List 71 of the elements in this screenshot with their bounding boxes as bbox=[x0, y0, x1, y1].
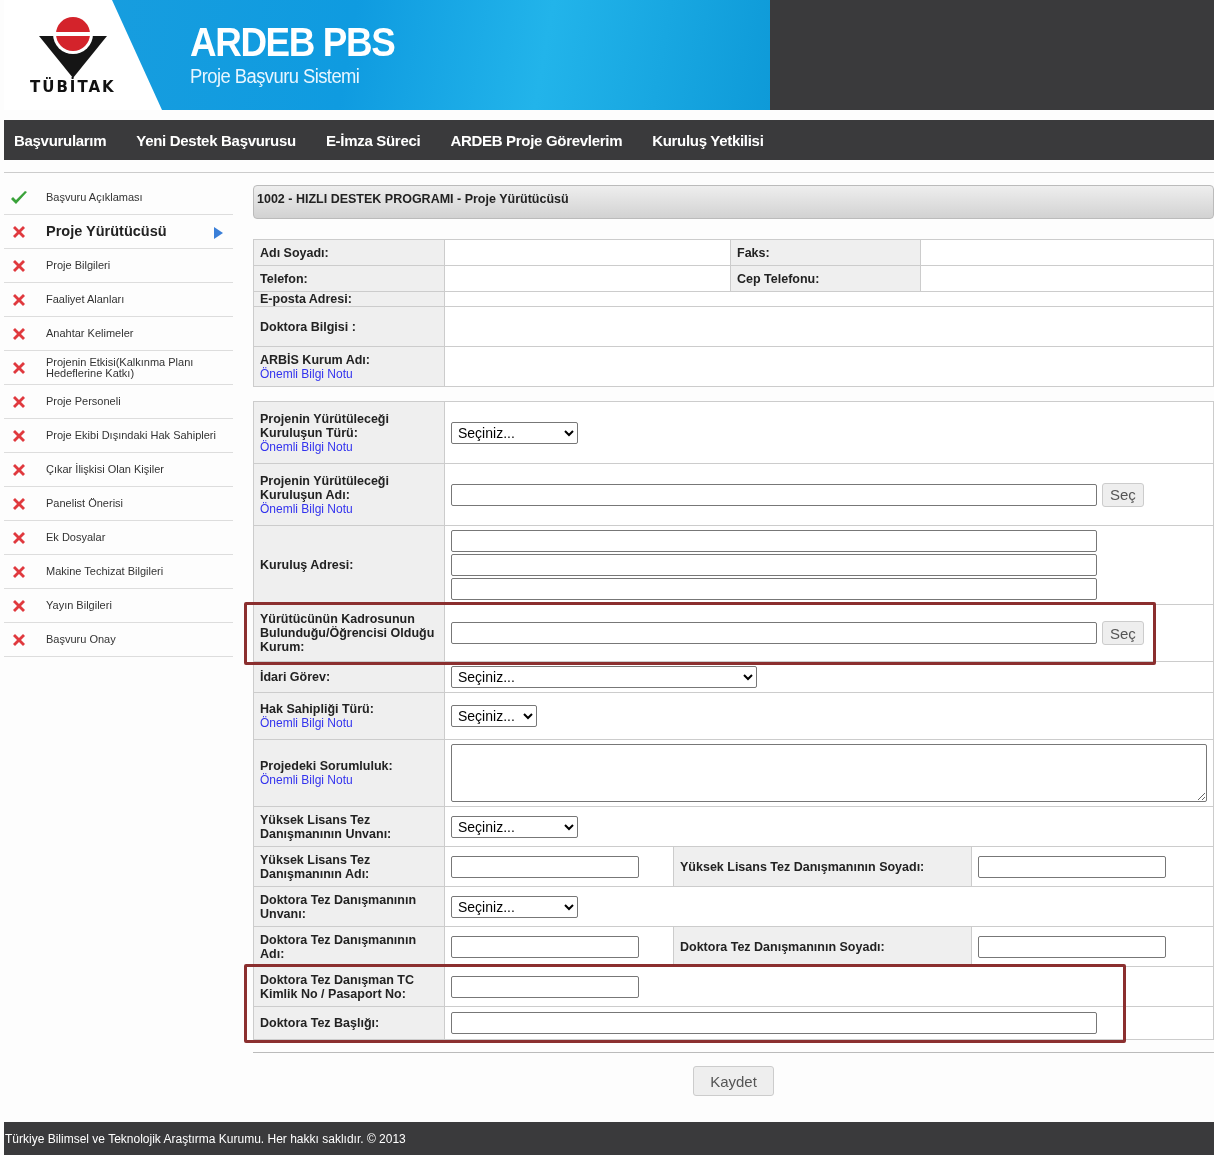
select-button[interactable]: Seç bbox=[1102, 621, 1144, 645]
text-field[interactable] bbox=[451, 855, 639, 878]
field-label: Projenin Yürütüleceği Kuruluşun Adı: bbox=[260, 473, 389, 502]
nav-link[interactable]: Kuruluş Yetkilisi bbox=[652, 131, 764, 149]
field-label: Cep Telefonu: bbox=[737, 271, 820, 286]
sidebar-item[interactable]: Proje Ekibi Dışındaki Hak Sahipleri bbox=[4, 419, 233, 453]
field-label: Doktora Tez Danışmanının Adı: bbox=[260, 932, 417, 961]
sidebar-item[interactable]: Makine Techizat Bilgileri bbox=[4, 555, 233, 589]
field-label: Doktora Tez Başlığı: bbox=[260, 1016, 380, 1030]
sidebar-item[interactable]: Anahtar Kelimeler bbox=[4, 317, 233, 351]
text-field[interactable] bbox=[451, 975, 639, 998]
field-label: Doktora Tez Danışmanının Unvanı: bbox=[260, 892, 417, 921]
sidebar-item[interactable]: Başvuru Onay bbox=[4, 623, 233, 657]
select-button[interactable]: Seç bbox=[1102, 482, 1144, 507]
text-field[interactable] bbox=[451, 483, 1097, 506]
text-field[interactable] bbox=[978, 855, 1166, 878]
info-link[interactable]: Önemli Bilgi Notu bbox=[260, 439, 353, 454]
sidebar-item[interactable]: Proje Personeli bbox=[4, 385, 233, 419]
banner-title: ARDEB PBS bbox=[190, 20, 395, 64]
text-field[interactable] bbox=[451, 554, 1097, 576]
field-label: İdari Görev: bbox=[260, 670, 331, 684]
field-label: Faks: bbox=[737, 245, 770, 260]
banner-subtitle: Proje Başvuru Sistemi bbox=[190, 64, 361, 88]
field-label: Doktora Bilgisi : bbox=[260, 319, 356, 334]
text-field[interactable] bbox=[978, 935, 1166, 958]
select-field[interactable]: Seçiniz... bbox=[451, 705, 537, 727]
text-field[interactable] bbox=[451, 1012, 1097, 1034]
triangle-icon bbox=[214, 227, 223, 239]
sidebar-item[interactable]: Çıkar İlişkisi Olan Kişiler bbox=[4, 453, 233, 487]
field-label: Yürütücünün Kadrosunun Bulunduğu/Öğrencisi Olduğu Kurum: bbox=[260, 612, 435, 654]
field-label: Doktora Tez Danışmanının Soyadı: bbox=[680, 939, 885, 954]
nav-link[interactable]: ARDEB Proje Görevlerim bbox=[450, 131, 623, 149]
field-label: Yüksek Lisans Tez Danışmanının Unvanı: bbox=[260, 812, 392, 841]
info-link[interactable]: Önemli Bilgi Notu bbox=[260, 773, 353, 787]
sidebar-item[interactable]: Proje Bilgileri bbox=[4, 249, 233, 283]
text-field[interactable] bbox=[451, 935, 639, 958]
select-field[interactable]: Seçiniz... bbox=[451, 815, 578, 838]
nav-link[interactable]: Başvurularım bbox=[14, 131, 107, 149]
select-field[interactable]: Seçiniz... bbox=[451, 666, 757, 688]
save-button[interactable]: Kaydet bbox=[693, 1066, 774, 1096]
footer-text: Türkiye Bilimsel ve Teknolojik Araştırma Kurumu. Her hakkı saklıdır. © 2013 bbox=[4, 1131, 406, 1146]
sidebar-item[interactable]: Başvuru Açıklaması bbox=[4, 181, 233, 215]
select-field[interactable]: Seçiniz... bbox=[451, 895, 578, 918]
text-field[interactable] bbox=[451, 622, 1097, 644]
text-field[interactable] bbox=[451, 530, 1097, 552]
info-link[interactable]: Önemli Bilgi Notu bbox=[260, 366, 353, 381]
nav-link[interactable]: E-İmza Süreci bbox=[325, 131, 421, 149]
field-label: Yüksek Lisans Tez Danışmanının Adı: bbox=[260, 852, 371, 881]
field-label: Telefon: bbox=[260, 271, 308, 286]
sidebar-item[interactable]: Faaliyet Alanları bbox=[4, 283, 233, 317]
field-label: Hak Sahipliği Türü: bbox=[260, 702, 374, 716]
field-label: Yüksek Lisans Tez Danışmanının Soyadı: bbox=[680, 859, 925, 874]
nav-link[interactable]: Yeni Destek Başvurusu bbox=[136, 131, 296, 149]
sidebar-item[interactable]: Yayın Bilgileri bbox=[4, 589, 233, 623]
text-field[interactable] bbox=[451, 578, 1097, 600]
field-label: Projedeki Sorumluluk: bbox=[260, 759, 393, 773]
sidebar-item[interactable]: Ek Dosyalar bbox=[4, 521, 233, 555]
field-label: Projenin Yürütüleceği Kuruluşun Türü: bbox=[260, 411, 389, 440]
logo-text: TÜBİTAK bbox=[30, 78, 116, 96]
field-label: Kuruluş Adresi: bbox=[260, 558, 354, 572]
sidebar-item[interactable]: Projenin Etkisi(Kalkınma Planı Hedeflerine Katkı) bbox=[4, 351, 233, 385]
field-label: Adı Soyadı: bbox=[260, 245, 329, 260]
info-link[interactable]: Önemli Bilgi Notu bbox=[260, 716, 353, 730]
info-link[interactable]: Önemli Bilgi Notu bbox=[260, 501, 353, 516]
panel-title: 1002 - HIZLI DESTEK PROGRAMI - Proje Yürütücüsü bbox=[253, 185, 1214, 219]
field-label: Doktora Tez Danışman TC Kimlik No / Pasaport No: bbox=[260, 972, 414, 1001]
sidebar-item[interactable]: Proje Yürütücüsü bbox=[4, 215, 233, 249]
field-label: E-posta Adresi: bbox=[260, 292, 352, 306]
sidebar-item[interactable]: Panelist Önerisi bbox=[4, 487, 233, 521]
field-label: ARBİS Kurum Adı: bbox=[260, 352, 370, 367]
select-field[interactable]: Seçiniz... bbox=[451, 421, 578, 444]
